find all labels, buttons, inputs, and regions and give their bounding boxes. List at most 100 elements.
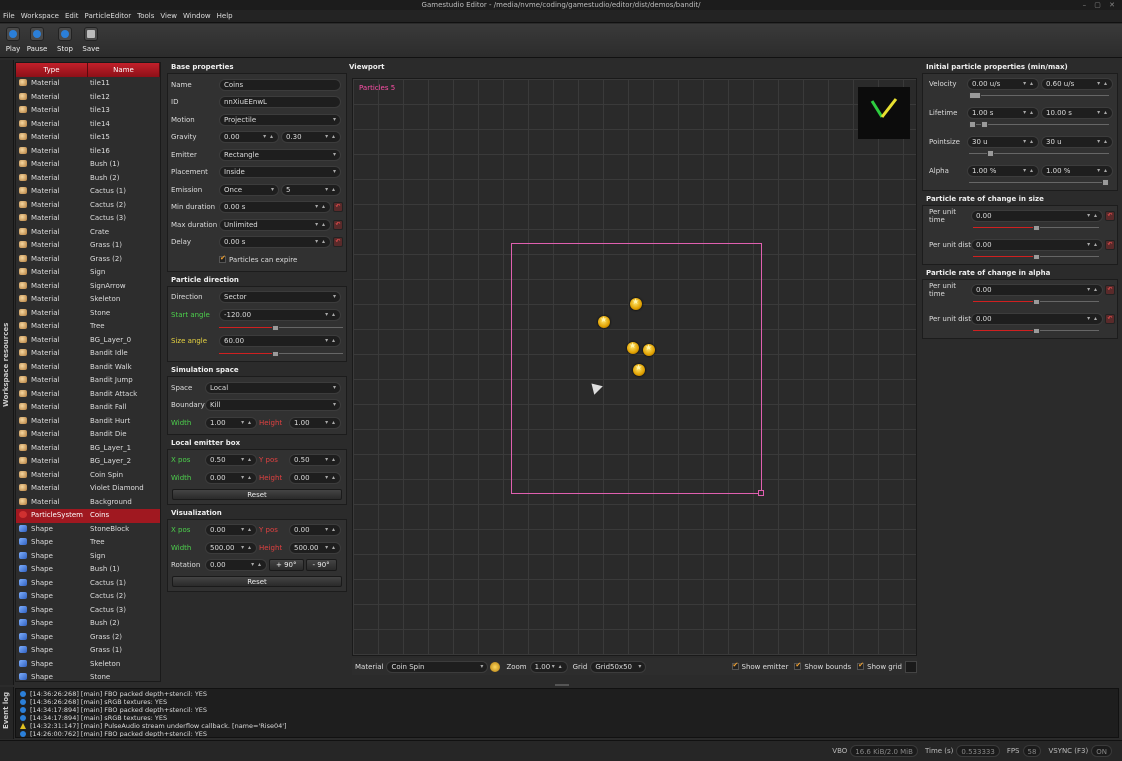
resource-row[interactable]: Material Bandit Jump — [16, 374, 160, 388]
vis-xpos-spinner[interactable]: 0.00 ▾ ▴ — [205, 524, 257, 537]
show-bounds-checkbox[interactable]: Show bounds — [794, 661, 851, 671]
motion-select[interactable]: Projectile ▾ — [219, 113, 341, 126]
name-field[interactable]: Coins — [219, 78, 341, 91]
size-dist-slider[interactable] — [973, 254, 1099, 260]
stop-button[interactable]: Stop — [54, 25, 76, 57]
show-emitter-checkbox[interactable]: Show emitter — [731, 661, 788, 671]
resource-row[interactable]: Shape Sign — [16, 550, 160, 564]
size-dist-spinner[interactable]: 0.00 ▾ ▴ — [971, 239, 1103, 251]
menu-tools[interactable]: Tools — [134, 10, 157, 23]
resource-row[interactable]: ParticleSystem Coins — [16, 509, 160, 523]
emission-select[interactable]: Once ▾ — [219, 183, 279, 196]
panel-splitter[interactable] — [555, 684, 569, 686]
resource-row[interactable]: Material Stone — [16, 307, 160, 321]
id-field[interactable]: nnXiuEEnwL — [219, 96, 341, 109]
resource-row[interactable]: Material tile13 — [16, 104, 160, 118]
placement-select[interactable]: Inside ▾ — [219, 166, 341, 179]
resource-row[interactable]: Material Skeleton — [16, 293, 160, 307]
event-log-tab[interactable]: Event log — [0, 687, 14, 739]
size-angle-spinner[interactable]: 60.00 ▾ ▴ — [219, 335, 341, 348]
pause-button[interactable]: Pause — [26, 25, 48, 57]
resource-row[interactable]: Shape Skeleton — [16, 658, 160, 672]
min-duration-spinner[interactable]: 0.00 s ▾ ▴ — [219, 201, 331, 214]
resource-row[interactable]: Material Violet Diamond — [16, 482, 160, 496]
reset-icon[interactable]: ↶ — [1105, 285, 1115, 295]
column-type[interactable]: Type — [16, 63, 88, 77]
emission-count-spinner[interactable]: 5 ▾ ▴ — [281, 183, 341, 196]
resource-row[interactable]: Material Coin Spin — [16, 469, 160, 483]
resource-row[interactable]: Shape Bush (1) — [16, 563, 160, 577]
menu-file[interactable]: File — [0, 10, 18, 23]
grid-select[interactable]: Grid50x50 ▾ — [590, 660, 647, 673]
resource-row[interactable]: Material Cactus (2) — [16, 199, 160, 213]
velocity-range-slider[interactable] — [969, 92, 1109, 99]
vis-reset-button[interactable]: Reset — [172, 576, 342, 587]
alpha-time-spinner[interactable]: 0.00 ▾ ▴ — [971, 284, 1103, 296]
resource-row[interactable]: Material BG_Layer_0 — [16, 334, 160, 348]
resource-row[interactable]: Material Grass (2) — [16, 253, 160, 267]
resource-row[interactable]: Material tile11 — [16, 77, 160, 91]
alpha-min-spinner[interactable]: 1.00 % ▾ ▴ — [967, 165, 1039, 177]
emitter-width-spinner[interactable]: 0.00 ▾ ▴ — [205, 471, 257, 484]
alpha-dist-slider[interactable] — [973, 328, 1099, 334]
space-width-spinner[interactable]: 1.00 ▾ ▴ — [205, 416, 257, 429]
resource-row[interactable]: Material BG_Layer_2 — [16, 455, 160, 469]
pointsize-range-slider[interactable] — [969, 150, 1109, 157]
resource-row[interactable]: Material BG_Layer_1 — [16, 442, 160, 456]
reset-icon[interactable]: ↶ — [1105, 240, 1115, 250]
resource-row[interactable]: Material tile15 — [16, 131, 160, 145]
resource-row[interactable]: Shape Stone — [16, 671, 160, 681]
alpha-dist-spinner[interactable]: 0.00 ▾ ▴ — [971, 313, 1103, 325]
resource-row[interactable]: Material Background — [16, 496, 160, 510]
menu-window[interactable]: Window — [180, 10, 214, 23]
resource-row[interactable]: Material Cactus (1) — [16, 185, 160, 199]
resource-row[interactable]: Shape Grass (1) — [16, 644, 160, 658]
velocity-min-spinner[interactable]: 0.00 u/s ▾ ▴ — [967, 78, 1039, 90]
space-height-spinner[interactable]: 1.00 ▾ ▴ — [289, 416, 341, 429]
reset-icon[interactable]: ↶ — [1105, 314, 1115, 324]
column-name[interactable]: Name — [88, 63, 160, 77]
pointsize-min-spinner[interactable]: 30 u ▾ ▴ — [967, 136, 1039, 148]
resource-row[interactable]: Material Bandit Fall — [16, 401, 160, 415]
rotate-plus-90-button[interactable]: + 90° — [269, 559, 304, 572]
size-time-slider[interactable] — [973, 225, 1099, 231]
reset-icon[interactable]: ↶ — [333, 219, 343, 230]
resource-row[interactable]: Material SignArrow — [16, 280, 160, 294]
resource-row[interactable]: Shape StoneBlock — [16, 523, 160, 537]
resource-row[interactable]: Material Bush (2) — [16, 172, 160, 186]
play-button[interactable]: Play — [2, 25, 24, 57]
space-select[interactable]: Local ▾ — [205, 381, 341, 394]
resource-row[interactable]: Material tile12 — [16, 91, 160, 105]
resource-row[interactable]: Shape Bush (2) — [16, 617, 160, 631]
vis-height-spinner[interactable]: 500.00 ▾ ▴ — [289, 541, 341, 554]
resize-handle[interactable] — [758, 490, 764, 496]
resource-row[interactable]: Material Bandit Attack — [16, 388, 160, 402]
alpha-range-slider[interactable] — [969, 179, 1109, 186]
emitter-ypos-spinner[interactable]: 0.50 ▾ ▴ — [289, 454, 341, 467]
resource-row[interactable]: Material Bandit Die — [16, 428, 160, 442]
reset-icon[interactable]: ↶ — [333, 237, 343, 248]
resource-row[interactable]: Shape Cactus (2) — [16, 590, 160, 604]
resource-row[interactable]: Shape Grass (2) — [16, 631, 160, 645]
menu-edit[interactable]: Edit — [62, 10, 82, 23]
velocity-max-spinner[interactable]: 0.60 u/s ▾ ▴ — [1041, 78, 1113, 90]
start-angle-slider[interactable] — [219, 324, 343, 331]
max-duration-spinner[interactable]: Unlimited ▾ ▴ — [219, 218, 331, 231]
resource-row[interactable]: Shape Cactus (3) — [16, 604, 160, 618]
size-time-spinner[interactable]: 0.00 ▾ ▴ — [971, 210, 1103, 222]
rotate-minus-90-button[interactable]: - 90° — [305, 559, 337, 572]
workspace-resources-tab[interactable]: Workspace resources — [0, 60, 14, 685]
save-button[interactable]: Save — [80, 25, 102, 57]
delay-spinner[interactable]: 0.00 s ▾ ▴ — [219, 236, 331, 249]
resource-row[interactable]: Material Bush (1) — [16, 158, 160, 172]
menu-view[interactable]: View — [157, 10, 180, 23]
zoom-spinner[interactable]: 1.00 ▾ ▴ — [529, 660, 568, 673]
gravity-x-spinner[interactable]: 0.00 ▾ ▴ — [219, 131, 279, 144]
emitter-select[interactable]: Rectangle ▾ — [219, 148, 341, 161]
window-controls[interactable]: – ▢ ✕ — [1083, 0, 1118, 10]
start-angle-spinner[interactable]: -120.00 ▾ ▴ — [219, 308, 341, 321]
emitter-reset-button[interactable]: Reset — [172, 488, 342, 500]
lifetime-max-spinner[interactable]: 10.00 s ▾ ▴ — [1041, 107, 1113, 119]
resource-row[interactable]: Material Grass (1) — [16, 239, 160, 253]
menu-particleeditor[interactable]: ParticleEditor — [82, 10, 135, 23]
